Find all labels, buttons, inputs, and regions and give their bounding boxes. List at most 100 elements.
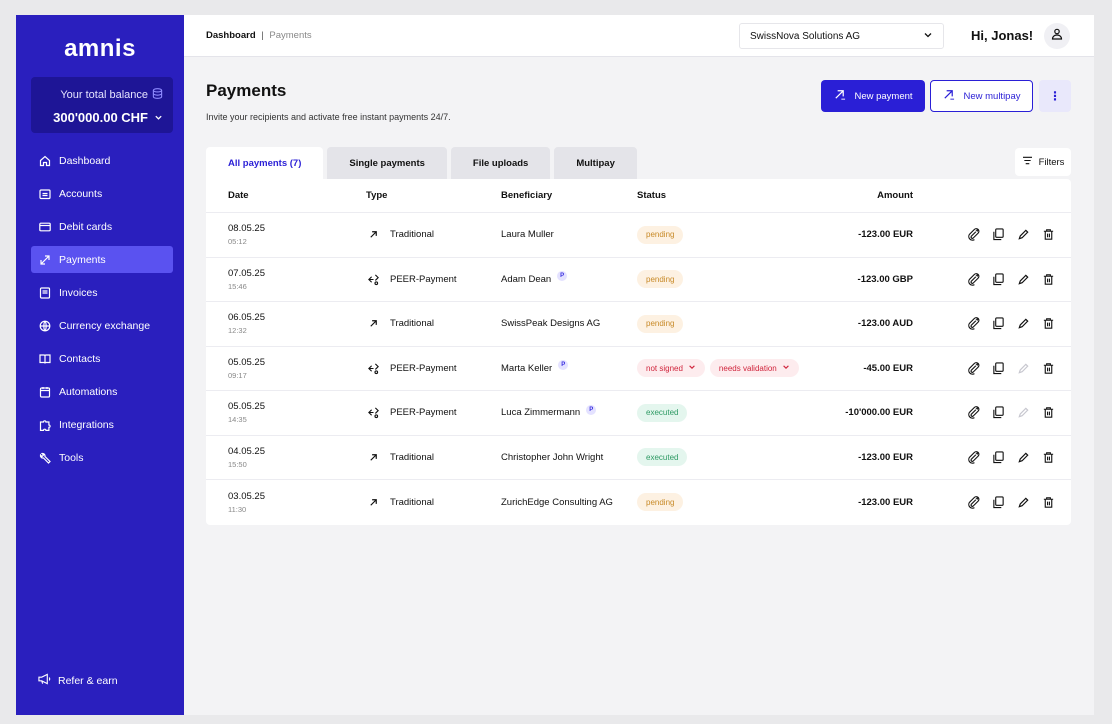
copy-icon[interactable] xyxy=(991,406,1005,420)
beneficiary-cell: Christopher John Wright xyxy=(501,436,603,480)
book-icon xyxy=(39,353,51,365)
sidebar-item-tools[interactable]: Tools xyxy=(31,444,173,471)
type-cell: PEER-Payment xyxy=(366,258,457,302)
breadcrumb-dashboard[interactable]: Dashboard xyxy=(206,30,256,41)
tab-multipay[interactable]: Multipay xyxy=(554,147,637,179)
edit-icon[interactable] xyxy=(1016,228,1030,242)
header-amount[interactable]: Amount xyxy=(877,190,913,201)
table-row[interactable]: 06.05.25 12:32 Traditional SwissPeak Design… xyxy=(206,302,1071,347)
attach-icon[interactable] xyxy=(966,228,980,242)
attach-icon[interactable] xyxy=(966,317,980,331)
edit-icon[interactable] xyxy=(1016,317,1030,331)
header-date[interactable]: Date xyxy=(228,190,249,201)
beneficiary-name: Marta Keller xyxy=(501,362,553,374)
sidebar-item-dashboard[interactable]: Dashboard xyxy=(31,147,173,174)
attach-icon[interactable] xyxy=(966,272,980,286)
status-badge[interactable]: not signed xyxy=(637,359,705,378)
type-cell: Traditional xyxy=(366,213,434,257)
delete-icon[interactable] xyxy=(1041,272,1055,286)
status-badge: pending xyxy=(637,493,684,512)
row-actions xyxy=(966,347,1055,391)
sidebar-item-invoices[interactable]: Invoices xyxy=(31,279,173,306)
tab-single-payments[interactable]: Single payments xyxy=(327,147,447,179)
header-type[interactable]: Type xyxy=(366,190,387,201)
payment-type: Traditional xyxy=(390,451,435,463)
page-title: Payments xyxy=(206,81,287,100)
amount: -123.00 EUR xyxy=(858,229,913,241)
amount: -123.00 EUR xyxy=(858,496,913,508)
beneficiary-name: Luca Zimmermann xyxy=(501,407,581,419)
delete-icon[interactable] xyxy=(1041,495,1055,509)
refer-earn-link[interactable]: Refer & earn xyxy=(38,673,118,688)
copy-icon[interactable] xyxy=(991,361,1005,375)
sidebar-item-automations[interactable]: Automations xyxy=(31,378,173,405)
tab-all-payments-7[interactable]: All payments (7) xyxy=(206,147,324,179)
filters-button[interactable]: Filters xyxy=(1015,148,1071,176)
status-label: needs validation xyxy=(718,363,777,373)
table-row[interactable]: 07.05.25 15:46 PEER-Payment Adam Dean Ppendi… xyxy=(206,258,1071,302)
chevron-down-icon[interactable] xyxy=(154,110,163,125)
table-row[interactable]: 05.05.25 09:17 PEER-Payment Marta Keller Pno… xyxy=(206,347,1071,391)
status-cell: not signed needs validation xyxy=(637,347,799,391)
new-payment-button[interactable]: New payment xyxy=(821,80,925,112)
user-menu-button[interactable] xyxy=(1044,23,1070,49)
status-cell: pending xyxy=(637,213,684,257)
attach-icon[interactable] xyxy=(966,361,980,375)
breadcrumb-separator: | xyxy=(261,30,264,41)
table-row[interactable]: 04.05.25 15:50 Traditional Christopher John… xyxy=(206,436,1071,480)
delete-icon[interactable] xyxy=(1041,450,1055,464)
header-status[interactable]: Status xyxy=(637,190,666,201)
arrow-up-right-icon xyxy=(366,228,380,242)
sidebar-item-integrations[interactable]: Integrations xyxy=(31,411,173,438)
more-options-button[interactable]: ⋮ xyxy=(1039,80,1071,112)
filters-label: Filters xyxy=(1038,156,1065,168)
row-actions xyxy=(966,480,1055,525)
balance-card[interactable]: Your total balance 300'000.00 CHF xyxy=(31,77,173,133)
sidebar-item-contacts[interactable]: Contacts xyxy=(31,345,173,372)
sidebar-item-label: Dashboard xyxy=(59,154,111,167)
greeting: Hi, Jonas! xyxy=(971,28,1034,43)
breadcrumb: Dashboard | Payments xyxy=(206,30,312,41)
edit-icon[interactable] xyxy=(1016,450,1030,464)
delete-icon[interactable] xyxy=(1041,406,1055,420)
table-row[interactable]: 03.05.25 11:30 Traditional ZurichEdge Consu… xyxy=(206,480,1071,525)
header-beneficiary[interactable]: Beneficiary xyxy=(501,190,552,201)
copy-icon[interactable] xyxy=(991,272,1005,286)
delete-icon[interactable] xyxy=(1041,317,1055,331)
attach-icon[interactable] xyxy=(966,450,980,464)
copy-icon[interactable] xyxy=(991,495,1005,509)
copy-icon[interactable] xyxy=(991,450,1005,464)
payment-time: 15:46 xyxy=(228,281,247,291)
payment-type: Traditional xyxy=(390,229,435,241)
status-badge[interactable]: needs validation xyxy=(709,359,799,378)
delete-icon[interactable] xyxy=(1041,228,1055,242)
table-row[interactable]: 05.05.25 14:35 PEER-Payment Luca Zimmermann… xyxy=(206,391,1071,436)
date-cell: 04.05.25 15:50 xyxy=(228,436,265,480)
app-logo[interactable]: amnis xyxy=(16,35,184,63)
new-multipay-button[interactable]: New multipay xyxy=(930,80,1033,112)
copy-icon[interactable] xyxy=(991,228,1005,242)
status-badge: pending xyxy=(637,314,684,333)
sidebar-item-label: Tools xyxy=(59,451,84,464)
table-header: Date Type Beneficiary Status Amount xyxy=(206,179,1071,213)
sidebar-item-debit-cards[interactable]: Debit cards xyxy=(31,213,173,240)
sidebar-item-accounts[interactable]: Accounts xyxy=(31,180,173,207)
company-select[interactable]: SwissNova Solutions AG xyxy=(739,23,944,49)
refer-earn-label: Refer & earn xyxy=(58,674,118,687)
sidebar-item-label: Currency exchange xyxy=(59,319,151,332)
status-badge: pending xyxy=(637,270,684,289)
tab-file-uploads[interactable]: File uploads xyxy=(450,147,551,179)
attach-icon[interactable] xyxy=(966,495,980,509)
delete-icon[interactable] xyxy=(1041,361,1055,375)
table-row[interactable]: 08.05.25 05:12 Traditional Laura Muller pend… xyxy=(206,213,1071,258)
attach-icon[interactable] xyxy=(966,406,980,420)
status-cell: executed xyxy=(637,391,688,435)
payment-date: 08.05.25 xyxy=(228,223,265,235)
edit-icon[interactable] xyxy=(1016,272,1030,286)
copy-icon[interactable] xyxy=(991,317,1005,331)
sidebar-item-payments[interactable]: Payments xyxy=(31,246,173,273)
amount: -123.00 EUR xyxy=(858,451,913,463)
sidebar-item-currency-exchange[interactable]: Currency exchange xyxy=(31,312,173,339)
edit-icon[interactable] xyxy=(1016,495,1030,509)
payment-type: Traditional xyxy=(390,318,435,330)
